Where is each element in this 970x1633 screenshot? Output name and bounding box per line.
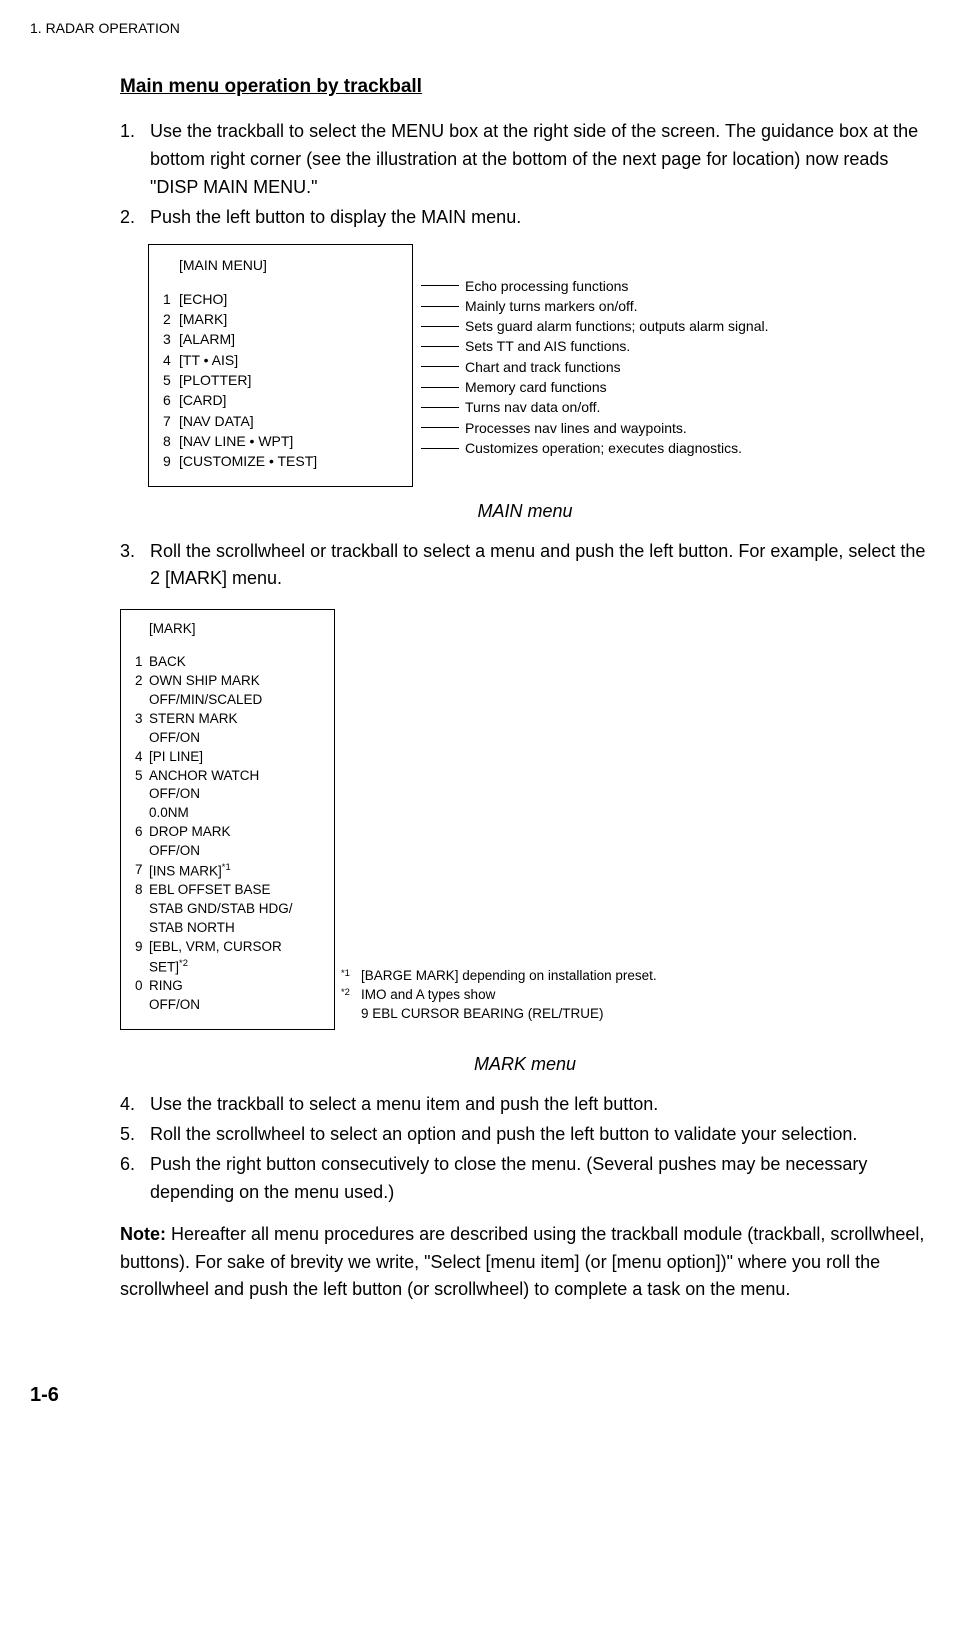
main-menu-descriptions: Echo processing functions Mainly turns m…: [421, 244, 769, 459]
menu-desc: Mainly turns markers on/off.: [465, 296, 637, 316]
footnote-text: [BARGE MARK] depending on installation p…: [361, 967, 657, 986]
leader-line-icon: [421, 407, 459, 408]
menu-item-nav-data: 7[NAV DATA]: [163, 411, 398, 431]
step-number: 4.: [120, 1091, 150, 1119]
menu-desc: Sets TT and AIS functions.: [465, 336, 630, 356]
mark-item-ebl-vrm-cursor-set: 9[EBL, VRM, CURSOR SET]*2: [135, 938, 320, 977]
mark-item-back: 1BACK: [135, 653, 320, 672]
footnote-text: IMO and A types show: [361, 986, 495, 1005]
mark-item-pi-line: 4[PI LINE]: [135, 748, 320, 767]
menu-desc: Turns nav data on/off.: [465, 397, 600, 417]
footnote-ref: *1: [222, 862, 231, 873]
section-title: Main menu operation by trackball: [120, 76, 930, 98]
menu-desc: Echo processing functions: [465, 276, 628, 296]
page-number: 1-6: [30, 1384, 940, 1407]
mark-item-drop-mark: 6DROP MARK: [135, 823, 320, 842]
leader-line-icon: [421, 387, 459, 388]
menu-item-nav-line-wpt: 8[NAV LINE • WPT]: [163, 431, 398, 451]
chapter-header: 1. RADAR OPERATION: [30, 20, 940, 36]
step-text: Use the trackball to select a menu item …: [150, 1091, 930, 1119]
step-text: Roll the scrollwheel or trackball to sel…: [150, 538, 930, 594]
menu-item-plotter: 5[PLOTTER]: [163, 370, 398, 390]
step-number: 3.: [120, 538, 150, 594]
leader-line-icon: [421, 346, 459, 347]
note-label: Note:: [120, 1224, 166, 1244]
note-paragraph: Note: Hereafter all menu procedures are …: [120, 1221, 930, 1305]
mark-item-option: 0.0NM: [135, 804, 320, 823]
step-1: 1. Use the trackball to select the MENU …: [120, 118, 930, 202]
note-text: Hereafter all menu procedures are descri…: [120, 1224, 924, 1300]
menu-desc: Sets guard alarm functions; outputs alar…: [465, 316, 769, 336]
leader-line-icon: [421, 366, 459, 367]
leader-line-icon: [421, 326, 459, 327]
step-number: 1.: [120, 118, 150, 202]
mark-item-ring: 0RING: [135, 977, 320, 996]
step-4: 4. Use the trackball to select a menu it…: [120, 1091, 930, 1119]
mark-item-option: OFF/ON: [135, 729, 320, 748]
menu-item-tt-ais: 4[TT • AIS]: [163, 350, 398, 370]
mark-item-option: OFF/ON: [135, 785, 320, 804]
menu-desc: Customizes operation; executes diagnosti…: [465, 438, 742, 458]
step-3: 3. Roll the scrollwheel or trackball to …: [120, 538, 930, 594]
leader-line-icon: [421, 285, 459, 286]
step-5: 5. Roll the scrollwheel to select an opt…: [120, 1121, 930, 1149]
step-number: 5.: [120, 1121, 150, 1149]
menu-item-card: 6[CARD]: [163, 390, 398, 410]
main-menu-box: [MAIN MENU] 1[ECHO] 2[MARK] 3[ALARM] 4[T…: [148, 244, 413, 487]
footnote-symbol: *1: [341, 967, 361, 986]
mark-menu-figure: [MARK] 1BACK 2OWN SHIP MARK OFF/MIN/SCAL…: [120, 609, 930, 1030]
mark-item-option: OFF/ON: [135, 842, 320, 861]
step-number: 6.: [120, 1151, 150, 1207]
step-6: 6. Push the right button consecutively t…: [120, 1151, 930, 1207]
content-area: Main menu operation by trackball 1. Use …: [120, 76, 930, 1304]
menu-item-customize-test: 9[CUSTOMIZE • TEST]: [163, 451, 398, 471]
main-menu-caption: MAIN menu: [120, 501, 930, 522]
leader-line-icon: [421, 448, 459, 449]
mark-menu-title: [MARK]: [135, 620, 320, 639]
leader-line-icon: [421, 306, 459, 307]
leader-line-icon: [421, 427, 459, 428]
step-text: Push the left button to display the MAIN…: [150, 204, 930, 232]
menu-item-echo: 1[ECHO]: [163, 289, 398, 309]
main-menu-title: [MAIN MENU]: [163, 255, 398, 275]
menu-item-alarm: 3[ALARM]: [163, 329, 398, 349]
step-number: 2.: [120, 204, 150, 232]
mark-item-stern-mark: 3STERN MARK: [135, 710, 320, 729]
menu-desc: Memory card functions: [465, 377, 607, 397]
step-text: Push the right button consecutively to c…: [150, 1151, 930, 1207]
mark-item-option: STAB GND/STAB HDG/: [135, 900, 320, 919]
menu-item-mark: 2[MARK]: [163, 309, 398, 329]
menu-desc: Processes nav lines and waypoints.: [465, 418, 687, 438]
footnote-ref: *2: [179, 958, 188, 969]
menu-desc: Chart and track functions: [465, 357, 621, 377]
mark-item-ebl-offset-base: 8EBL OFFSET BASE: [135, 881, 320, 900]
mark-menu-footnotes: *1[BARGE MARK] depending on installation…: [341, 967, 657, 1030]
mark-menu-caption: MARK menu: [120, 1054, 930, 1075]
mark-menu-box: [MARK] 1BACK 2OWN SHIP MARK OFF/MIN/SCAL…: [120, 609, 335, 1030]
footnote-text: 9 EBL CURSOR BEARING (REL/TRUE): [361, 1005, 604, 1024]
mark-item-option: OFF/ON: [135, 996, 320, 1015]
mark-item-option: OFF/MIN/SCALED: [135, 691, 320, 710]
mark-item-own-ship-mark: 2OWN SHIP MARK: [135, 672, 320, 691]
page: 1. RADAR OPERATION Main menu operation b…: [0, 0, 970, 1447]
footnote-symbol: *2: [341, 986, 361, 1005]
step-2: 2. Push the left button to display the M…: [120, 204, 930, 232]
step-text: Use the trackball to select the MENU box…: [150, 118, 930, 202]
mark-item-option: STAB NORTH: [135, 919, 320, 938]
mark-item-ins-mark: 7[INS MARK]*1: [135, 861, 320, 881]
main-menu-figure: [MAIN MENU] 1[ECHO] 2[MARK] 3[ALARM] 4[T…: [148, 244, 930, 487]
mark-item-anchor-watch: 5ANCHOR WATCH: [135, 767, 320, 786]
step-text: Roll the scrollwheel to select an option…: [150, 1121, 930, 1149]
